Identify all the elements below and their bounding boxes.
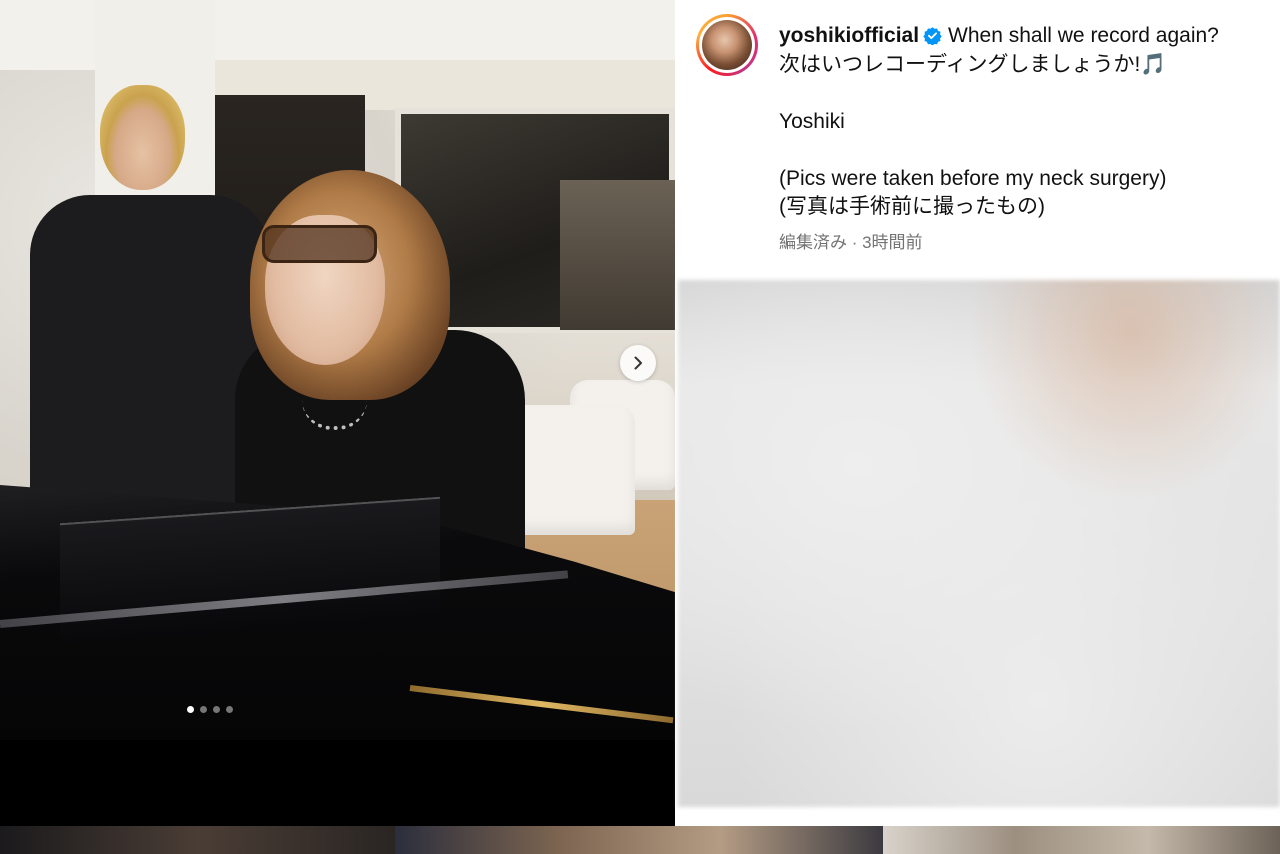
thumbnail[interactable] — [883, 826, 1280, 854]
caption-line: Yoshiki — [779, 109, 845, 133]
chevron-right-icon — [634, 356, 642, 370]
thumbnail-strip — [0, 826, 1280, 854]
photo-person — [100, 85, 185, 190]
photo-person — [30, 195, 270, 515]
carousel-dot — [213, 706, 220, 713]
thumbnail[interactable] — [395, 826, 883, 854]
blurred-content — [678, 280, 1280, 807]
photo-background — [560, 180, 675, 330]
carousel-indicator — [0, 706, 420, 713]
caption-line: (写真は手術前に撮ったもの) — [779, 195, 1045, 218]
caption-panel: yoshikiofficial When shall we record aga… — [675, 0, 1280, 826]
caption-line — [779, 79, 1269, 108]
caption-line: (Pics were taken before my neck surgery) — [779, 166, 1167, 190]
caption-line: 次はいつレコーディングしましょうか!🎵 — [779, 52, 1167, 76]
carousel-dot — [200, 706, 207, 713]
caption-line: When shall we record again? — [948, 24, 1219, 47]
photo-person — [262, 225, 377, 263]
media-letterbox — [0, 740, 675, 826]
post-caption: yoshikiofficial When shall we record aga… — [779, 22, 1269, 222]
carousel-dot — [187, 706, 194, 713]
avatar[interactable] — [696, 14, 758, 76]
username-link[interactable]: yoshikiofficial — [779, 24, 919, 47]
post-media[interactable] — [0, 0, 675, 740]
verified-badge-icon — [923, 27, 942, 45]
avatar-frame — [699, 17, 755, 73]
avatar-image — [702, 20, 752, 70]
post-timestamp: 編集済み · 3時間前 — [779, 233, 923, 252]
carousel-next-button[interactable] — [620, 345, 656, 381]
carousel-dot — [226, 706, 233, 713]
caption-line — [779, 136, 1269, 165]
thumbnail[interactable] — [0, 826, 395, 854]
